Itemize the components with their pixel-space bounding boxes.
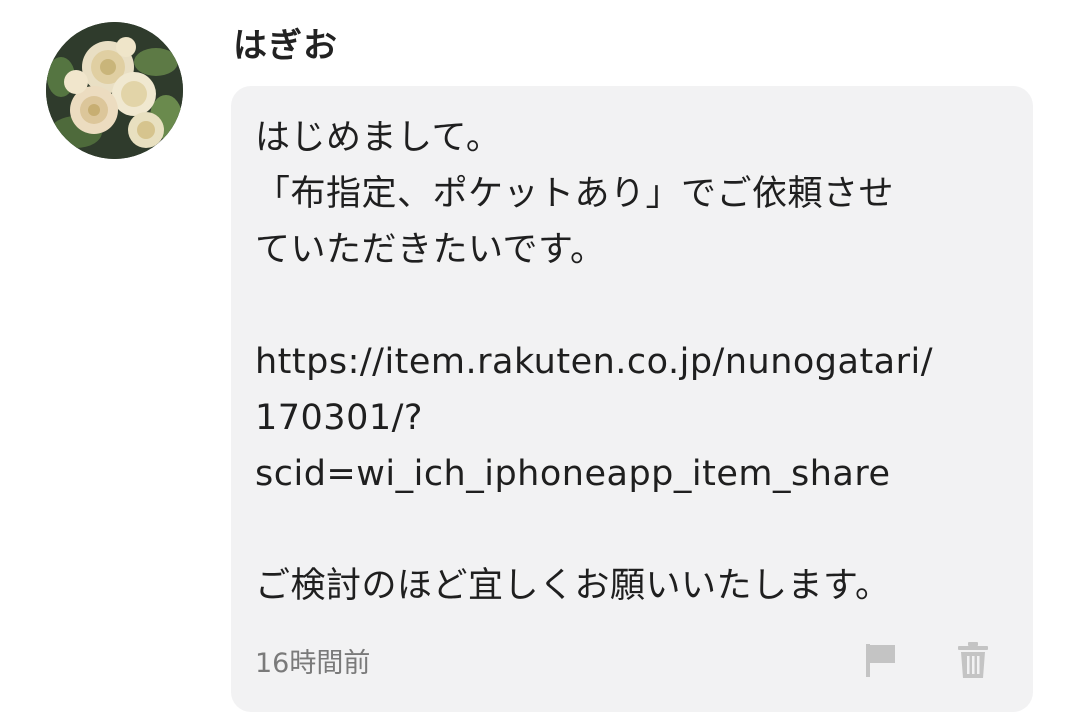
- username[interactable]: はぎお: [233, 24, 338, 68]
- comment-page: はぎお はじめまして。 「布指定、ポケットあり」でご依頼させ ていただきたいです…: [0, 0, 1080, 716]
- trash-icon: [958, 642, 988, 678]
- avatar[interactable]: [46, 22, 183, 159]
- timestamp: 16時間前: [255, 647, 371, 679]
- message-line: 「布指定、ポケットあり」でご依頼させ: [255, 174, 895, 214]
- message-link-line[interactable]: scid=wi_ich_iphoneapp_item_share: [255, 446, 1013, 502]
- message-bubble: はじめまして。 「布指定、ポケットあり」でご依頼させ ていただきたいです。 ht…: [231, 86, 1033, 712]
- message-link-line[interactable]: 170301/?: [255, 390, 1013, 446]
- message-line: ていただきたいです。: [255, 230, 606, 270]
- message-meta-row: 16時間前: [255, 638, 993, 682]
- message-line: はじめまして。: [255, 118, 502, 158]
- message-line: ご検討のほど宜しくお願いいたします。: [255, 566, 891, 606]
- delete-button[interactable]: [953, 638, 993, 682]
- flower-photo-avatar: [46, 22, 183, 159]
- report-button[interactable]: [861, 638, 901, 682]
- message-link-line[interactable]: https://item.rakuten.co.jp/nunogatari/: [255, 334, 1013, 390]
- flag-icon: [866, 644, 895, 677]
